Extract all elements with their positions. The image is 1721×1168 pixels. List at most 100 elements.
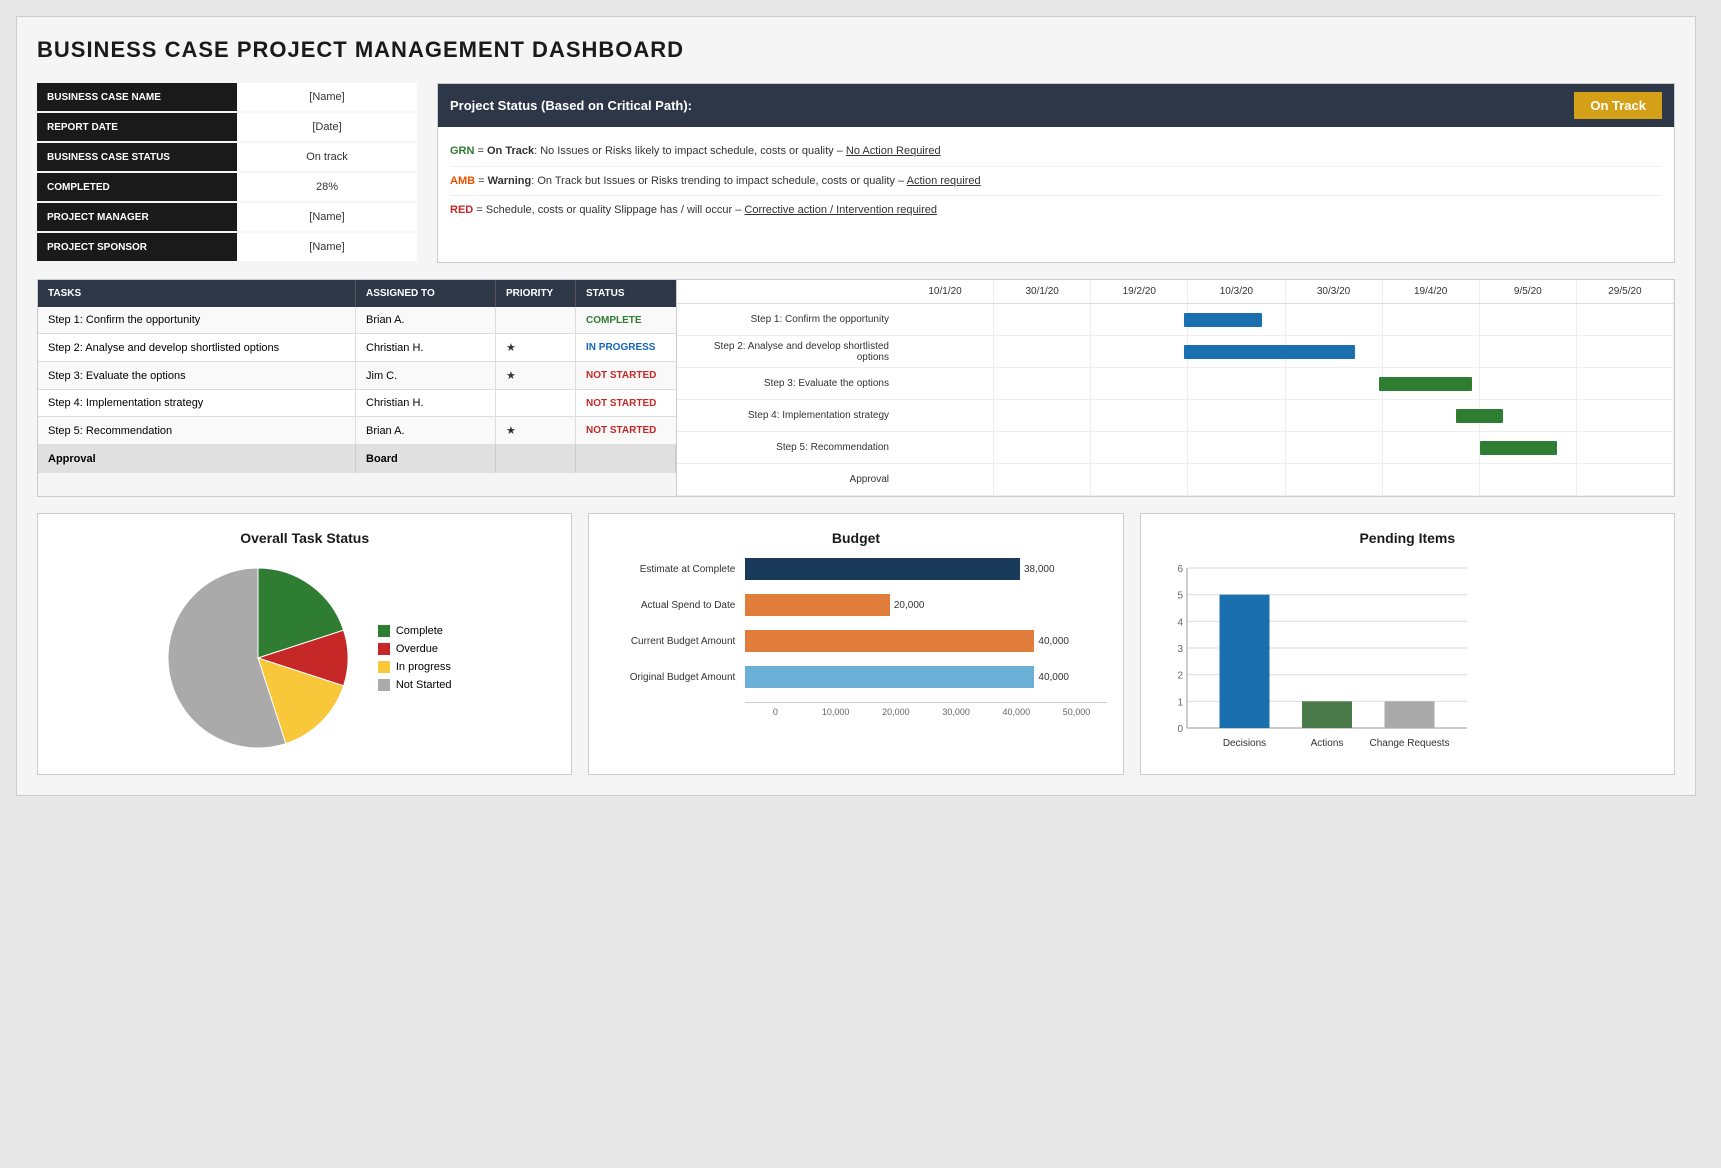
budget-row-label: Current Budget Amount xyxy=(605,636,745,647)
legend-label: Not Started xyxy=(396,679,452,691)
pie-chart-content: CompleteOverdueIn progressNot Started xyxy=(54,558,555,758)
status-line-red: RED = Schedule, costs or quality Slippag… xyxy=(450,196,1662,225)
pending-bar-label: Decisions xyxy=(1222,738,1265,749)
info-value-date: [Date] xyxy=(237,113,417,141)
gantt-row-label: Step 2: Analyse and develop shortlisted … xyxy=(677,341,897,363)
gantt-bar xyxy=(1379,377,1472,391)
task-status-5: NOT STARTED xyxy=(576,417,676,444)
budget-bar-area: 20,000 xyxy=(745,594,1106,616)
task-assigned-1: Brian A. xyxy=(356,307,496,333)
gantt-date-6: 19/4/20 xyxy=(1383,280,1480,303)
gantt-container: 10/1/20 30/1/20 19/2/20 10/3/20 30/3/20 … xyxy=(677,279,1675,497)
pending-container: Pending Items 0123456DecisionsActionsCha… xyxy=(1140,513,1675,775)
tasks-container: TASKS ASSIGNED TO PRIORITY STATUS Step 1… xyxy=(37,279,677,497)
budget-row: Current Budget Amount 40,000 xyxy=(605,630,1106,652)
task-assigned-2: Christian H. xyxy=(356,334,496,361)
gantt-date-7: 9/5/20 xyxy=(1480,280,1577,303)
budget-bar-area: 40,000 xyxy=(745,630,1106,652)
gantt-row-bars xyxy=(897,432,1674,463)
gantt-row: Approval xyxy=(677,464,1674,496)
budget-row-label: Actual Spend to Date xyxy=(605,600,745,611)
gantt-bar xyxy=(1184,313,1262,327)
budget-bar xyxy=(745,594,890,616)
col-assigned: ASSIGNED TO xyxy=(356,280,496,307)
task-assigned-3: Jim C. xyxy=(356,362,496,389)
gantt-grid-lines xyxy=(897,400,1674,431)
approval-value: Board xyxy=(356,445,496,473)
gantt-row-bars xyxy=(897,464,1674,495)
gantt-row: Step 4: Implementation strategy xyxy=(677,400,1674,432)
table-row: Step 5: Recommendation Brian A. ★ NOT ST… xyxy=(38,417,676,445)
approval-status xyxy=(576,445,676,473)
info-table: BUSINESS CASE NAME [Name] REPORT DATE [D… xyxy=(37,83,417,263)
bottom-section: Overall Task Status CompleteOverdueIn pr… xyxy=(37,513,1675,775)
info-row-status: BUSINESS CASE STATUS On track xyxy=(37,143,417,171)
table-row: Step 1: Confirm the opportunity Brian A.… xyxy=(38,307,676,334)
gantt-date-8: 29/5/20 xyxy=(1577,280,1674,303)
budget-bar xyxy=(745,630,1034,652)
task-priority-4 xyxy=(496,390,576,416)
legend-item: In progress xyxy=(378,661,452,673)
pending-chart-svg: 0123456DecisionsActionsChange Requests xyxy=(1157,558,1658,778)
project-status-box: Project Status (Based on Critical Path):… xyxy=(437,83,1675,263)
legend-item: Not Started xyxy=(378,679,452,691)
budget-row-label: Estimate at Complete xyxy=(605,564,745,575)
gantt-row-bars xyxy=(897,368,1674,399)
tasks-header: TASKS ASSIGNED TO PRIORITY STATUS xyxy=(38,280,676,307)
table-row: Step 3: Evaluate the options Jim C. ★ NO… xyxy=(38,362,676,390)
info-label-name: BUSINESS CASE NAME xyxy=(37,83,237,111)
gantt-row-bars xyxy=(897,400,1674,431)
legend-item: Complete xyxy=(378,625,452,637)
table-row: Step 2: Analyse and develop shortlisted … xyxy=(38,334,676,362)
budget-row: Estimate at Complete 38,000 xyxy=(605,558,1106,580)
info-value-completed: 28% xyxy=(237,173,417,201)
pending-title: Pending Items xyxy=(1157,530,1658,546)
legend-color-box xyxy=(378,661,390,673)
project-status-header: Project Status (Based on Critical Path):… xyxy=(438,84,1674,127)
gantt-row-label: Step 1: Confirm the opportunity xyxy=(677,314,897,325)
gantt-row-bars xyxy=(897,304,1674,335)
info-value-status: On track xyxy=(237,143,417,171)
approval-label: Approval xyxy=(38,445,356,473)
table-row: Step 4: Implementation strategy Christia… xyxy=(38,390,676,417)
gantt-row: Step 5: Recommendation xyxy=(677,432,1674,464)
pending-bar-label: Change Requests xyxy=(1369,738,1449,749)
budget-axis-label: 50,000 xyxy=(1046,707,1106,717)
gantt-date-2: 30/1/20 xyxy=(994,280,1091,303)
gantt-grid-lines xyxy=(897,432,1674,463)
gantt-date-1: 10/1/20 xyxy=(897,280,994,303)
svg-text:6: 6 xyxy=(1177,564,1183,575)
pending-bar xyxy=(1384,701,1434,728)
budget-value: 40,000 xyxy=(1038,672,1069,683)
approval-priority xyxy=(496,445,576,473)
gantt-row: Step 1: Confirm the opportunity xyxy=(677,304,1674,336)
gantt-row-label: Step 3: Evaluate the options xyxy=(677,378,897,389)
budget-bar-area: 40,000 xyxy=(745,666,1106,688)
task-status-1: COMPLETE xyxy=(576,307,676,333)
col-tasks: TASKS xyxy=(38,280,356,307)
budget-row-label: Original Budget Amount xyxy=(605,672,745,683)
pending-bar-label: Actions xyxy=(1310,738,1343,749)
task-status-4: NOT STARTED xyxy=(576,390,676,416)
task-assigned-4: Christian H. xyxy=(356,390,496,416)
task-priority-2: ★ xyxy=(496,334,576,361)
task-name-2: Step 2: Analyse and develop shortlisted … xyxy=(38,334,356,361)
top-section: BUSINESS CASE NAME [Name] REPORT DATE [D… xyxy=(37,83,1675,263)
svg-text:0: 0 xyxy=(1177,724,1183,735)
gantt-body: Step 1: Confirm the opportunity Step 2: A… xyxy=(677,304,1674,496)
gantt-row: Step 3: Evaluate the options xyxy=(677,368,1674,400)
budget-row: Actual Spend to Date20,000 xyxy=(605,594,1106,616)
gantt-grid-lines xyxy=(897,464,1674,495)
on-track-badge: On Track xyxy=(1574,92,1662,119)
middle-section: TASKS ASSIGNED TO PRIORITY STATUS Step 1… xyxy=(37,279,1675,497)
legend-label: In progress xyxy=(396,661,451,673)
budget-bar xyxy=(745,666,1034,688)
budget-axis-label: 30,000 xyxy=(926,707,986,717)
task-priority-5: ★ xyxy=(496,417,576,444)
task-assigned-5: Brian A. xyxy=(356,417,496,444)
budget-value: 40,000 xyxy=(1038,636,1069,647)
budget-bar-area: 38,000 xyxy=(745,558,1106,580)
budget-value: 38,000 xyxy=(1024,564,1055,575)
info-row-completed: COMPLETED 28% xyxy=(37,173,417,201)
budget-bar xyxy=(745,558,1020,580)
